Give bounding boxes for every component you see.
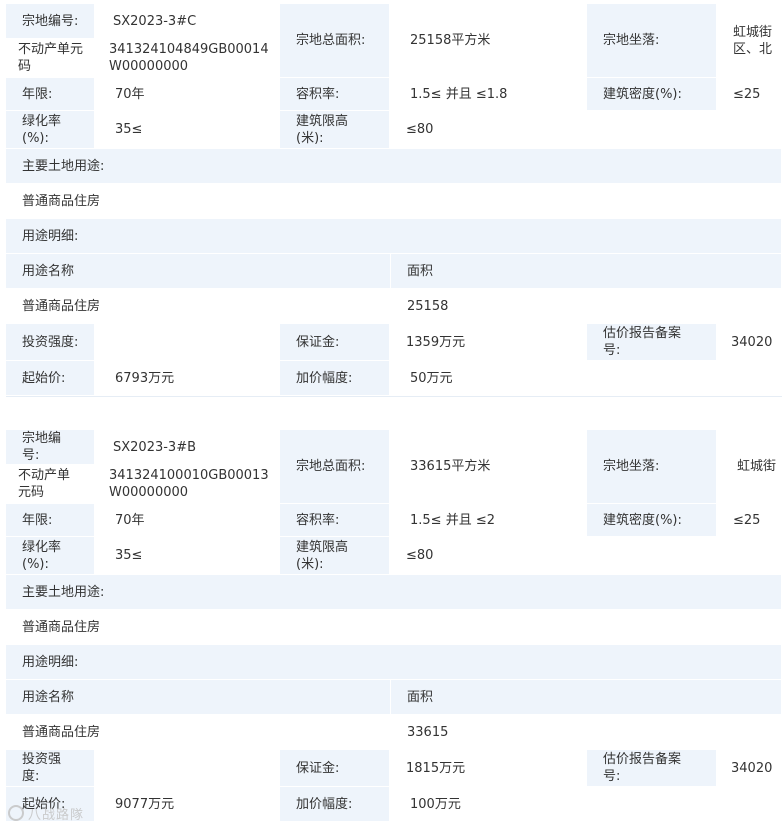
increment-value: 100万元 [390,787,782,822]
appraisal-value: 34020 [717,324,782,361]
term-value: 70年 [95,78,280,111]
increment-label: 加价幅度: [280,361,390,396]
watermark-logo-icon [8,805,24,821]
main-use-value: 普通商品住房 [6,610,782,645]
term-value: 70年 [95,504,280,537]
parcel-no-label: 宗地编 号: [6,430,95,465]
far-label: 容积率: [280,504,390,537]
use-name-header: 用途名称 [6,254,391,289]
watermark-text: 八战路隊 [28,808,85,823]
unit-code-label: 不动产单元 码 [6,39,95,78]
deposit-value: 1359万元 [390,324,587,361]
main-use-label: 主要土地用途: [6,575,782,610]
height-limit-value: ≤80 [390,537,782,575]
parcel-card-1: 宗地编号: SX2023-3#C 不动产单元 码 341324104849GB0… [6,4,782,396]
investment-value [95,324,280,361]
unit-code-value: 341324104849GB00014 W00000000 [95,39,280,78]
use-detail-label: 用途明细: [6,645,782,680]
increment-label: 加价幅度: [280,787,390,822]
use-name-value: 普通商品住房 [6,715,391,750]
unit-code-label: 不动产单 元码 [6,465,95,504]
height-limit-value: ≤80 [390,111,782,149]
green-ratio-value: 35≤ [95,111,280,149]
area-header: 面积 [391,680,782,715]
use-name-value: 普通商品住房 [6,289,391,324]
deposit-value: 1815万元 [390,750,587,787]
unit-code-value: 341324100010GB00013 W00000000 [95,465,280,504]
green-ratio-label: 绿化率 (%): [6,111,95,149]
term-label: 年限: [6,504,95,537]
term-label: 年限: [6,78,95,111]
start-price-value: 9077万元 [95,787,280,822]
parcel-no-value: SX2023-3#B [95,430,280,465]
investment-label: 投资强 度: [6,750,95,787]
density-label: 建筑密度(%): [587,78,717,111]
density-value: ≤25 [717,504,782,537]
location-label: 宗地坐落: [587,430,717,504]
use-detail-label: 用途明细: [6,219,782,254]
height-limit-label: 建筑限高 (米): [280,537,390,575]
density-label: 建筑密度(%): [587,504,717,537]
far-label: 容积率: [280,78,390,111]
main-use-value: 普通商品住房 [6,184,782,219]
far-value: 1.5≤ 并且 ≤2 [390,504,587,537]
investment-value [95,750,280,787]
start-price-value: 6793万元 [95,361,280,396]
use-area-value: 25158 [391,289,782,324]
parcel-no-label: 宗地编号: [6,4,95,39]
green-ratio-value: 35≤ [95,537,280,575]
area-header: 面积 [391,254,782,289]
appraisal-label: 估价报告备案 号: [587,324,717,361]
far-value: 1.5≤ 并且 ≤1.8 [390,78,587,111]
location-label: 宗地坐落: [587,4,717,78]
deposit-label: 保证金: [280,750,390,787]
height-limit-label: 建筑限高 (米): [280,111,390,149]
start-price-label: 起始价: [6,361,95,396]
appraisal-label: 估价报告备案 号: [587,750,717,787]
parcel-no-value: SX2023-3#C [95,4,280,39]
deposit-label: 保证金: [280,324,390,361]
card-divider [6,396,782,397]
total-area-value: 25158平方米 [390,4,587,78]
location-value: 虹城街 区、北 [717,4,782,78]
green-ratio-label: 绿化率 (%): [6,537,95,575]
main-use-label: 主要土地用途: [6,149,782,184]
increment-value: 50万元 [390,361,782,396]
investment-label: 投资强度: [6,324,95,361]
total-area-value: 33615平方米 [390,430,587,504]
parcel-card-2: 宗地编 号: SX2023-3#B 不动产单 元码 341324100010GB… [6,430,782,822]
watermark: 八战路隊 [8,804,84,823]
appraisal-value: 34020 [717,750,782,787]
total-area-label: 宗地总面积: [280,4,390,78]
density-value: ≤25 [717,78,782,111]
location-value: 虹城街 [717,430,782,504]
total-area-label: 宗地总面积: [280,430,390,504]
use-name-header: 用途名称 [6,680,391,715]
use-area-value: 33615 [391,715,782,750]
